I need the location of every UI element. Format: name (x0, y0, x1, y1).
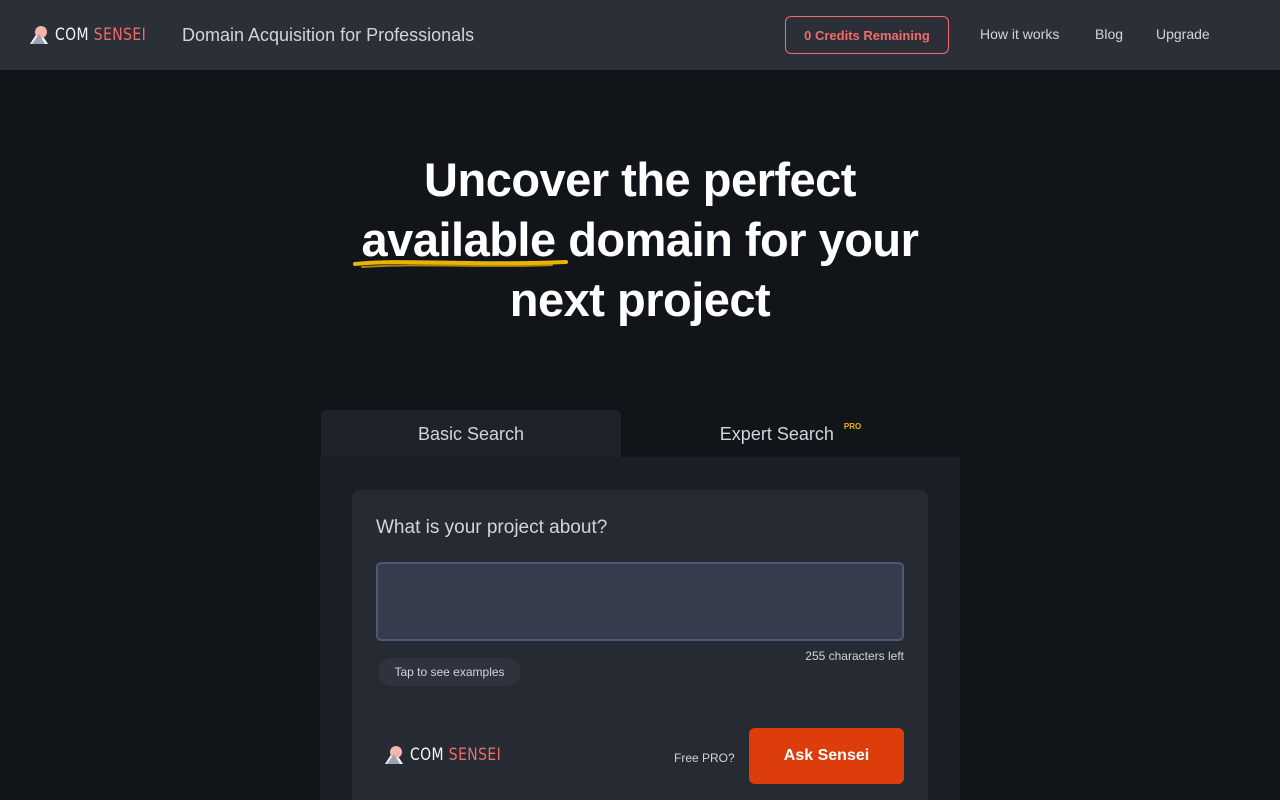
pro-badge: PRO (843, 421, 862, 431)
project-description-input[interactable] (376, 562, 904, 641)
card-logo: COM SENSEI (383, 744, 521, 766)
ask-sensei-button[interactable]: Ask Sensei (749, 728, 904, 784)
logo[interactable]: COM SENSEI (28, 22, 166, 48)
tab-expert-search-label: Expert Search (719, 423, 834, 444)
nav-upgrade[interactable]: Upgrade (1156, 26, 1210, 42)
examples-button[interactable]: Tap to see examples (378, 658, 521, 686)
hero-line-1: Uncover the perfect (424, 153, 856, 206)
brush-underline (352, 260, 568, 268)
tagline: Domain Acquisition for Professionals (182, 25, 475, 45)
sensei-logo-icon (385, 746, 403, 764)
hero-line-3: next project (509, 273, 771, 326)
logo-text: COM SENSEI (410, 745, 502, 765)
hero-line-2: available domain for your (0, 210, 1280, 270)
top-navbar: COM SENSEI Domain Acquisition for Profes… (0, 0, 1280, 70)
tab-basic-search[interactable]: Basic Search (321, 410, 621, 458)
credits-button[interactable]: 0 Credits Remaining (785, 16, 949, 54)
sensei-logo-icon (30, 26, 48, 44)
hero-highlight-word: available (352, 210, 568, 270)
nav-how-it-works[interactable]: How it works (980, 26, 1059, 42)
tab-expert-search[interactable]: Expert Search PRO (621, 410, 960, 458)
logo-text: COM SENSEI (55, 25, 147, 45)
characters-left-counter: 255 characters left (805, 649, 904, 663)
hero-headline: Uncover the perfect available domain for… (0, 150, 1280, 330)
nav-blog[interactable]: Blog (1095, 26, 1123, 42)
tab-basic-search-label: Basic Search (417, 423, 525, 444)
project-question: What is your project about? (376, 517, 608, 538)
free-pro-link[interactable]: Free PRO? (674, 751, 735, 765)
